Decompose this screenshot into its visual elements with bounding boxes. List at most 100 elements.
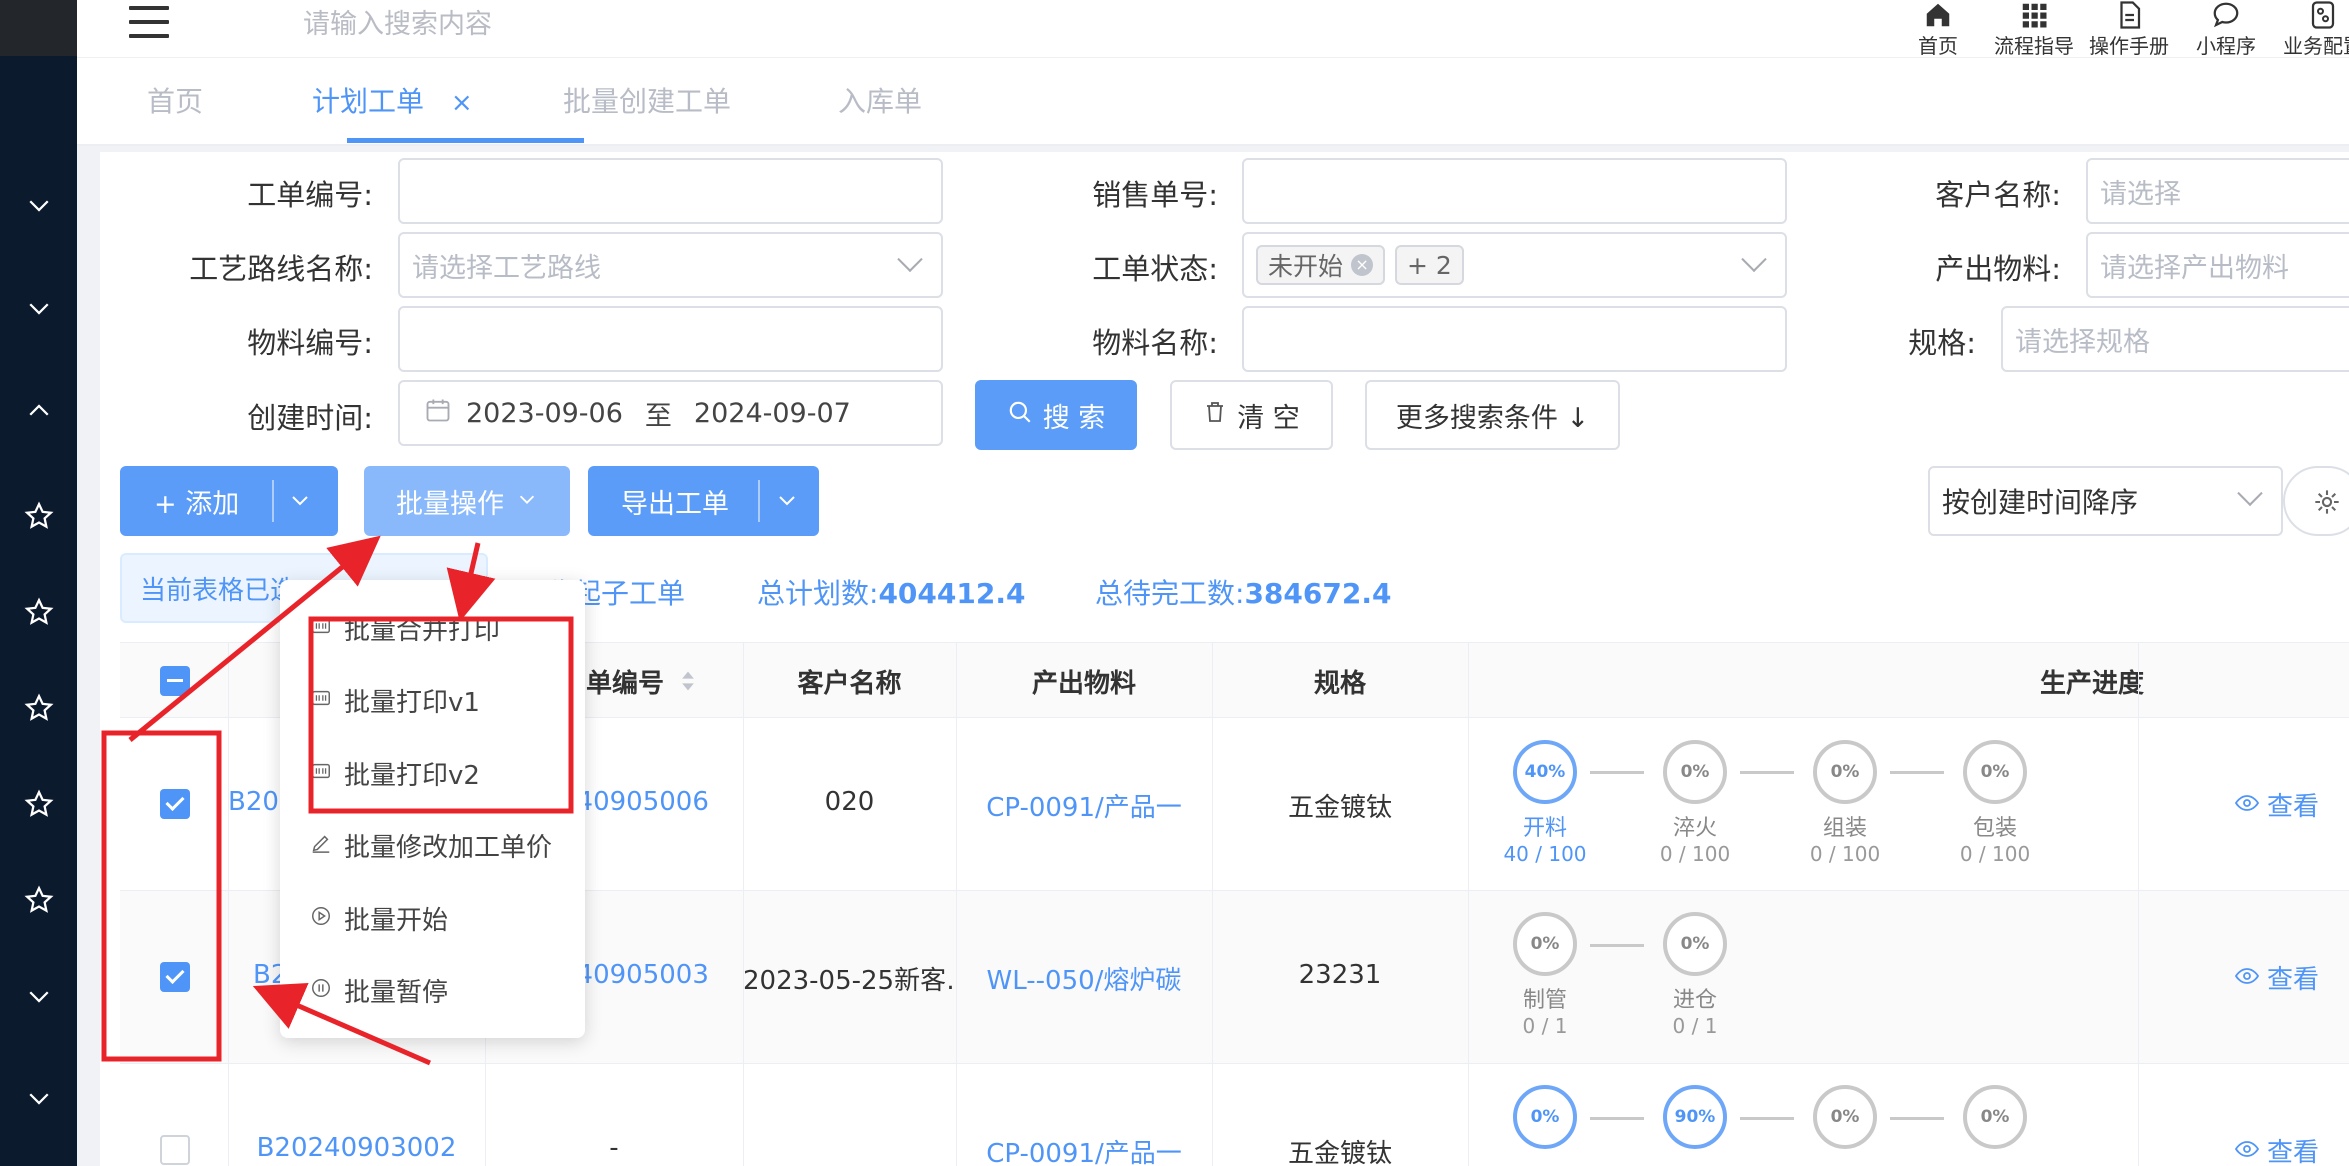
print-icon — [310, 686, 344, 716]
sort-select-label: 按创建时间降序 — [1942, 486, 2139, 519]
toolbar-manual-label: 操作手册 — [2089, 34, 2169, 58]
spec-select[interactable]: 请选择规格 — [2001, 306, 2349, 372]
toolbar-guide[interactable]: 流程指导 — [1984, 0, 2084, 59]
step-count: 0 / 1 — [1672, 1014, 1718, 1038]
chevron-down-icon[interactable] — [775, 488, 799, 519]
filter-label-status: 工单状态: — [1092, 252, 1218, 286]
output-material-link[interactable]: CP-0091/产品一 — [956, 787, 1212, 824]
column-divider — [2138, 642, 2139, 1166]
menu-item-label: 批量打印v2 — [344, 761, 480, 791]
toolbar-miniapp[interactable]: 小程序 — [2176, 0, 2276, 59]
menu-item-batch-edit-price[interactable]: 批量修改加工单价 — [310, 827, 552, 864]
menu-item-batch-start[interactable]: 批量开始 — [310, 900, 448, 937]
sidebar-item-10[interactable] — [0, 1070, 77, 1130]
material-no-input[interactable] — [398, 306, 943, 372]
status-tag-not-started: 未开始 × — [1256, 245, 1386, 285]
tab-batch-create[interactable]: 批量创建工单 — [563, 80, 731, 120]
column-settings-button[interactable] — [2283, 466, 2349, 536]
output-material-link[interactable]: CP-0091/产品一 — [956, 1133, 1212, 1166]
filter-label-output-material: 产出物料: — [1935, 252, 2061, 286]
search-button[interactable]: 搜 索 — [975, 380, 1137, 450]
output-material-link[interactable]: WL--050/熔炉碳 — [956, 960, 1212, 997]
workorder-no-input[interactable] — [398, 158, 943, 224]
sort-icon[interactable] — [681, 669, 695, 700]
date-start[interactable]: 2023-09-06 — [466, 398, 623, 429]
step-percent: 0% — [1513, 1085, 1577, 1149]
batch-operation-button[interactable]: 批量操作 — [364, 466, 570, 536]
material-name-input[interactable] — [1242, 306, 1787, 372]
output-material-placeholder: 请选择产出物料 — [2100, 252, 2289, 284]
toolbar-home[interactable]: 首页 — [1888, 0, 1988, 59]
column-divider — [228, 642, 229, 1166]
clear-button[interactable]: 清 空 — [1170, 380, 1333, 450]
order-no-link[interactable]: 240905003 — [560, 960, 740, 990]
export-button[interactable]: 导出工单 — [588, 466, 819, 536]
spec-cell: 23231 — [1298, 960, 1382, 990]
created-date-range[interactable]: 2023-09-06 至 2024-09-07 — [398, 380, 943, 446]
workorder-no-link[interactable]: B20240903002 — [228, 1133, 485, 1163]
sort-select[interactable]: 按创建时间降序 — [1928, 466, 2283, 536]
view-link[interactable]: 查看 — [2234, 959, 2319, 996]
filter-label-spec: 规格: — [1908, 326, 1976, 360]
print-icon — [310, 614, 344, 644]
date-end[interactable]: 2024-09-07 — [694, 398, 851, 429]
status-select[interactable]: 未开始 × + 2 — [1242, 232, 1787, 298]
sidebar-item-8[interactable] — [0, 872, 77, 932]
column-divider — [1468, 642, 1469, 1166]
step-percent: 0% — [1813, 740, 1877, 804]
row-checkbox[interactable] — [160, 789, 190, 819]
sidebar-item-9[interactable] — [0, 968, 77, 1028]
tab-close-icon[interactable]: × — [451, 88, 473, 118]
add-button[interactable]: + 添加 — [120, 466, 338, 536]
tag-close-icon[interactable]: × — [1351, 254, 1374, 276]
step-name: 组装 — [1822, 816, 1867, 841]
row-checkbox[interactable] — [160, 962, 190, 992]
select-all-checkbox[interactable] — [160, 666, 190, 696]
sidebar-item-5[interactable] — [0, 584, 77, 644]
global-search-input[interactable]: 请输入搜索内容 — [303, 2, 492, 41]
output-material-select[interactable]: 请选择产出物料 — [2086, 232, 2349, 298]
chevron-down-icon — [24, 981, 54, 1015]
menu-toggle-icon[interactable] — [129, 4, 169, 40]
customer-select[interactable]: 请选择 — [2086, 158, 2349, 224]
progress-step: 0% — [1945, 1085, 2045, 1149]
star-icon — [23, 501, 54, 535]
column-divider — [743, 642, 744, 1166]
menu-item-batch-merge-print[interactable]: 批量合并打印 — [310, 610, 500, 647]
chevron-down-icon[interactable] — [288, 488, 312, 519]
menu-item-batch-pause[interactable]: 批量暂停 — [310, 972, 448, 1009]
chevron-down-icon — [24, 190, 54, 224]
menu-item-label: 批量修改加工单价 — [344, 833, 553, 863]
step-percent: 0% — [1963, 740, 2027, 804]
step-connector — [1590, 771, 1644, 774]
view-link[interactable]: 查看 — [2234, 1132, 2319, 1166]
toolbar-manual[interactable]: 操作手册 — [2079, 0, 2179, 59]
sidebar-item-4[interactable] — [0, 488, 77, 548]
sidebar-item-7[interactable] — [0, 776, 77, 836]
sidebar-item-1[interactable] — [0, 177, 77, 237]
menu-item-batch-print-v1[interactable]: 批量打印v1 — [310, 682, 480, 719]
menu-item-label: 批量打印v1 — [344, 688, 480, 718]
eye-icon — [2234, 792, 2260, 822]
route-select[interactable]: 请选择工艺路线 — [398, 232, 943, 298]
more-conditions-button[interactable]: 更多搜索条件 ↓ — [1365, 380, 1620, 450]
column-header-order-no[interactable]: 单编号 — [586, 663, 746, 700]
sidebar-item-6[interactable] — [0, 680, 77, 740]
view-link[interactable]: 查看 — [2234, 786, 2319, 823]
gear-icon — [2313, 488, 2341, 520]
order-no-link[interactable]: 240905006 — [560, 787, 740, 817]
search-icon — [1007, 399, 1033, 432]
toolbar-miniapp-label: 小程序 — [2196, 34, 2256, 58]
tab-inbound[interactable]: 入库单 — [838, 80, 922, 120]
toolbar-config[interactable]: 业务配置 — [2273, 0, 2349, 59]
sidebar-item-2[interactable] — [0, 280, 77, 340]
sidebar-item-3[interactable] — [0, 383, 77, 443]
eye-icon — [2234, 965, 2260, 995]
tab-plan-workorder[interactable]: 计划工单 × — [312, 80, 473, 120]
tab-home[interactable]: 首页 — [147, 80, 203, 120]
workorder-no-link[interactable]: B20 — [228, 787, 288, 817]
sales-no-input[interactable] — [1242, 158, 1787, 224]
column-header-customer: 客户名称 — [797, 669, 902, 699]
menu-item-batch-print-v2[interactable]: 批量打印v2 — [310, 755, 480, 792]
row-checkbox[interactable] — [160, 1135, 190, 1165]
